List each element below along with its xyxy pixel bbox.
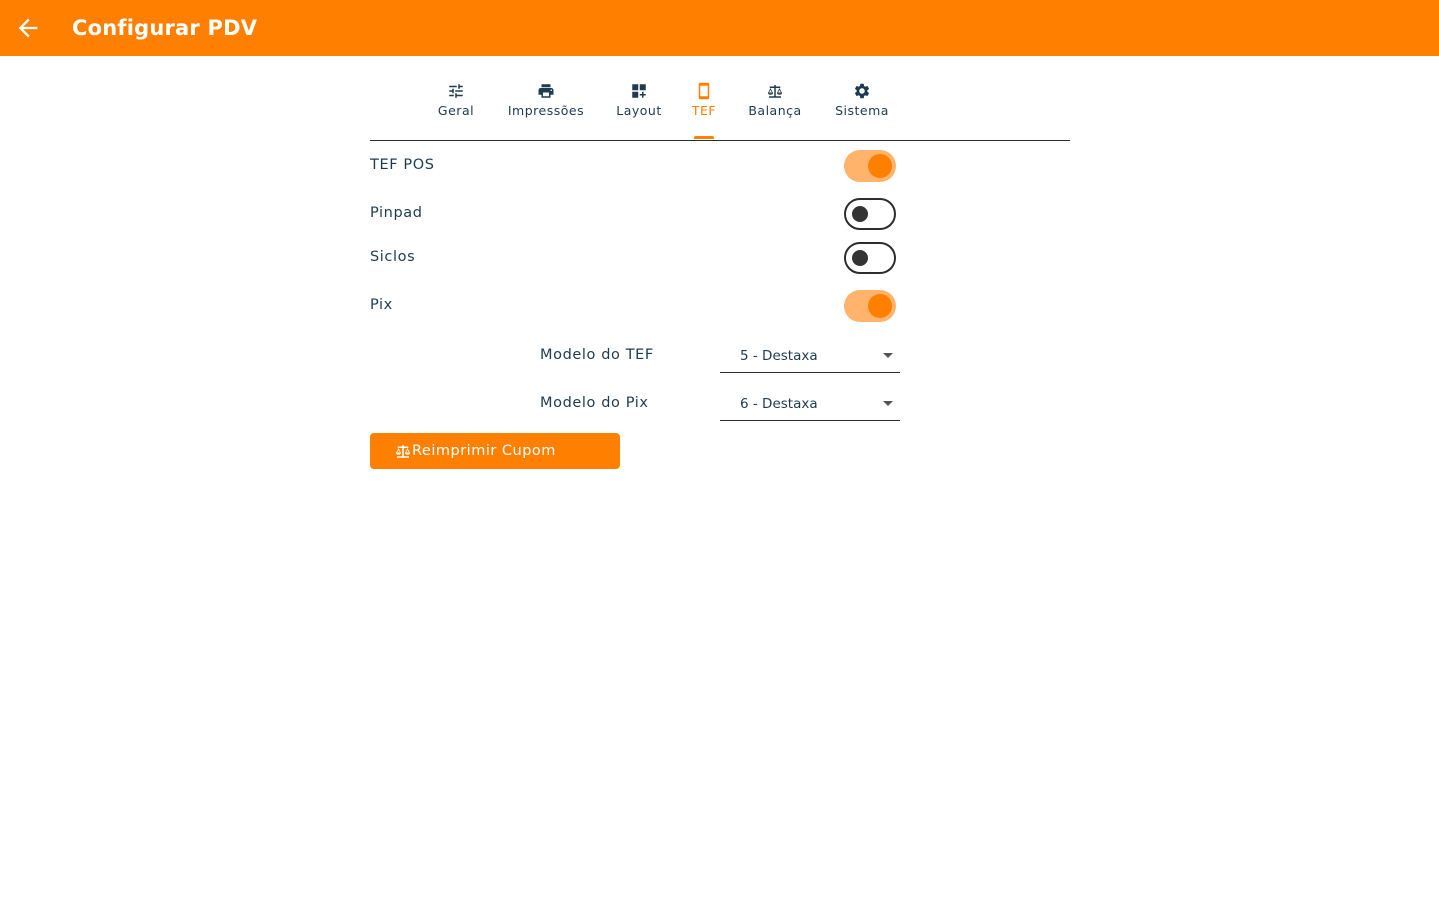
settings-cog-icon [854,83,870,99]
pix-model-select[interactable]: 6 - Destaxa [720,390,900,421]
smartphone-icon [698,82,710,100]
switch-knob [868,294,892,318]
tab-label: TEF [691,103,717,118]
pinpad-switch[interactable] [844,198,896,230]
pinpad-label: Pinpad [370,205,423,221]
tef-pos-switch[interactable] [844,150,896,182]
tab-label: Geral [437,103,475,118]
tab-tef[interactable]: TEF [690,82,718,140]
pix-label: Pix [370,297,393,313]
switch-knob [852,250,868,266]
tab-label: Layout [616,103,662,118]
tab-impressoes[interactable]: Impressões [505,82,587,140]
tab-label: Balança [748,103,802,118]
siclos-label: Siclos [370,249,416,265]
active-tab-indicator [694,136,714,139]
tef-model-select[interactable]: 5 - Destaxa [720,342,900,373]
tab-label: Sistema [835,103,889,118]
tab-layout[interactable]: Layout [615,82,663,140]
pix-model-value: 6 - Destaxa [740,396,818,412]
dashboard-customize-icon [632,84,646,98]
scale-icon [767,85,783,98]
scale-icon [395,445,411,458]
dropdown-arrow-icon [883,401,893,406]
reprint-receipt-label: Reimprimir Cupom [412,443,556,459]
back-button[interactable] [14,14,42,42]
switch-knob [852,206,868,222]
dropdown-arrow-icon [883,353,893,358]
tab-bar: Geral Impressões Layout TEF Balança Sist… [370,56,1070,141]
tune-icon [449,84,463,98]
arrow-back-icon [18,18,38,38]
tef-model-value: 5 - Destaxa [740,348,818,364]
tab-sistema[interactable]: Sistema [833,82,891,140]
reprint-receipt-button[interactable]: Reimprimir Cupom [370,433,620,469]
tef-pos-label: TEF POS [370,157,435,173]
tef-model-label: Modelo do TEF [540,347,654,363]
siclos-switch[interactable] [844,242,896,274]
tab-label: Impressões [507,103,585,118]
print-icon [538,84,554,98]
pix-model-label: Modelo do Pix [540,395,649,411]
page-title: Configurar PDV [72,16,258,40]
app-bar: Configurar PDV [0,0,1439,56]
switch-knob [868,154,892,178]
tab-balanca[interactable]: Balança [746,82,804,140]
tab-geral[interactable]: Geral [434,82,478,140]
pix-switch[interactable] [844,290,896,322]
